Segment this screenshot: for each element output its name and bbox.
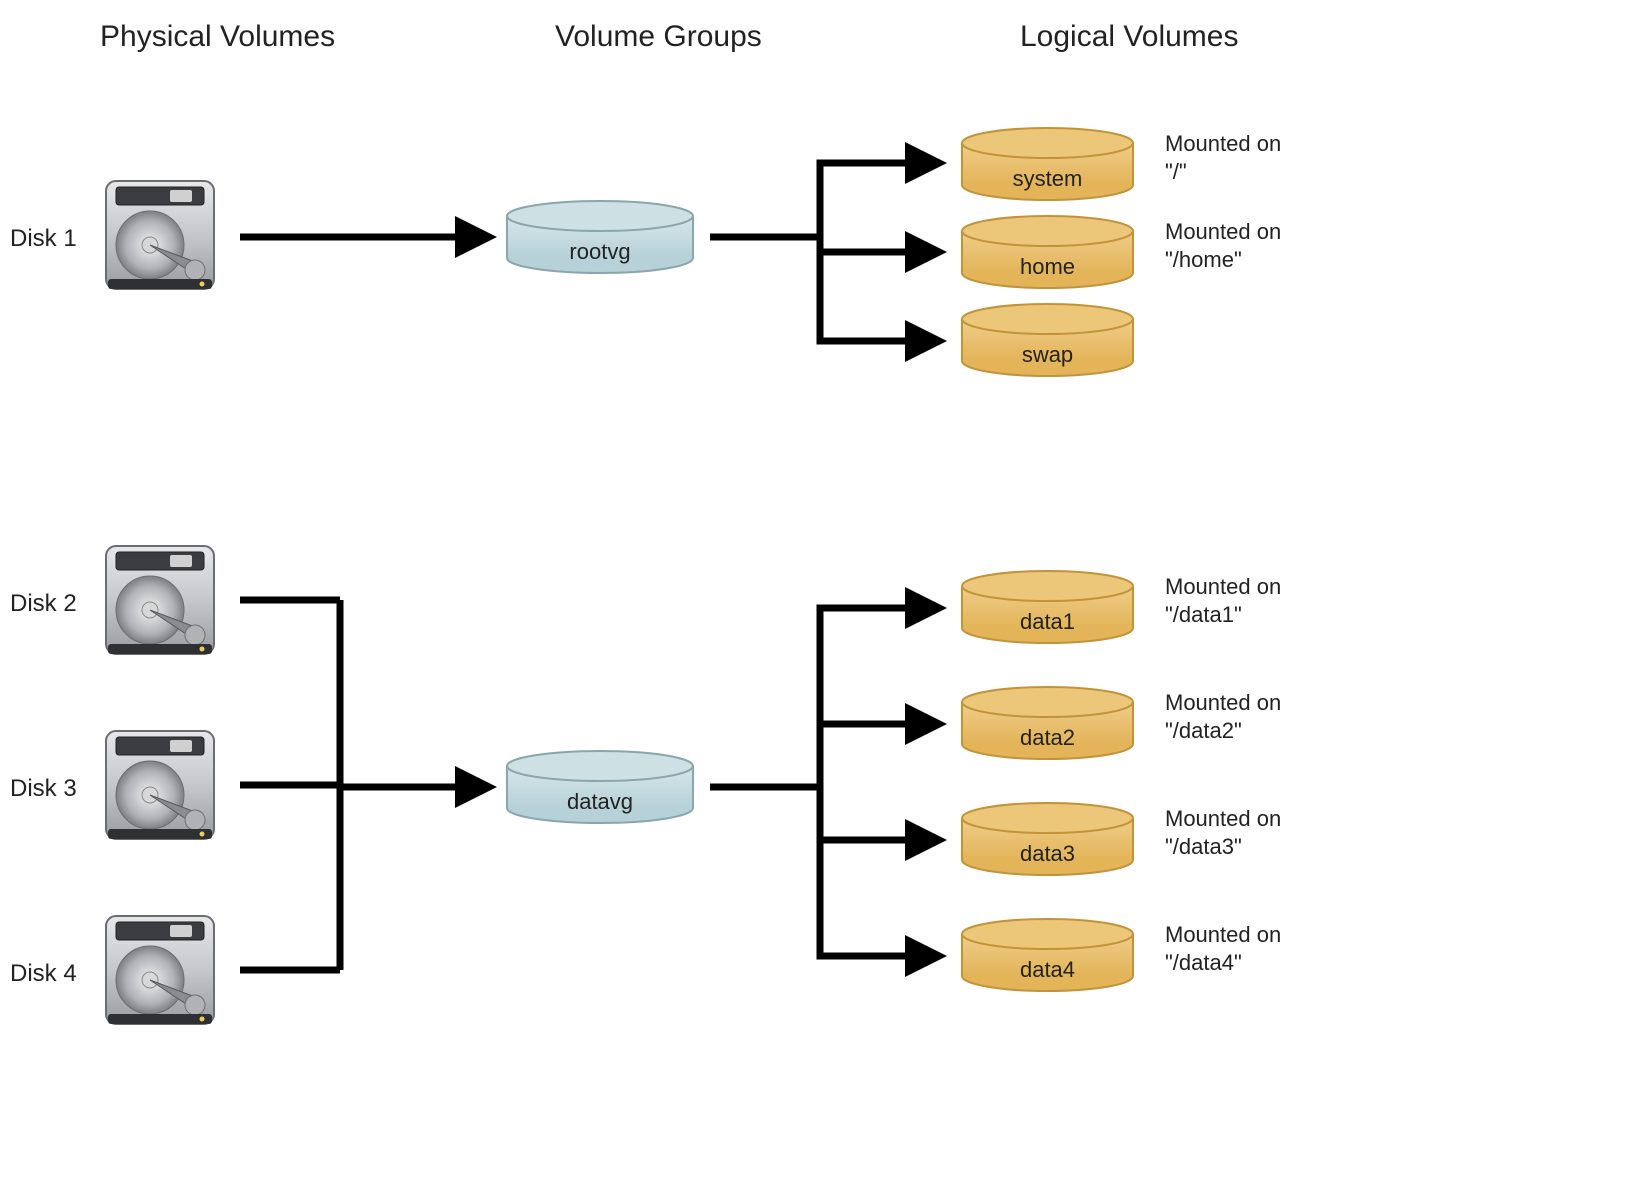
- lvm-diagram: Physical Volumes Volume Groups Logical V…: [0, 0, 1649, 1191]
- connectors: [0, 0, 1649, 1191]
